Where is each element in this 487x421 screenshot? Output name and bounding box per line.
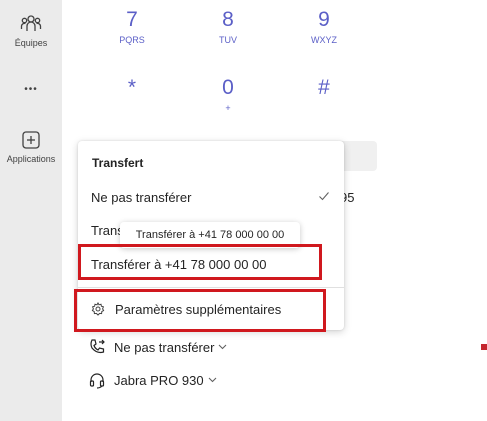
chevron-down-icon (208, 375, 217, 385)
device-label: Jabra PRO 930 (114, 372, 204, 388)
headset-icon (88, 371, 106, 389)
dial-key-letters: + (225, 103, 231, 113)
chevron-down-icon (218, 342, 227, 352)
rail-more-button[interactable]: ••• (0, 84, 62, 95)
dial-key-7[interactable]: 7 PQRS (102, 8, 162, 46)
highlight-box-more-settings (74, 289, 326, 332)
app-rail: Équipes ••• Applications (0, 0, 62, 421)
dial-key-digit: 7 (126, 8, 138, 31)
menu-divider (78, 287, 344, 288)
rail-teams-label: Équipes (14, 38, 48, 48)
dial-key-digit: 9 (318, 8, 330, 31)
more-icon: ••• (24, 84, 38, 95)
dial-key-star[interactable]: * (102, 76, 162, 102)
menu-item-no-transfer[interactable]: Ne pas transférer (78, 182, 344, 212)
dial-key-letters: PQRS (119, 35, 145, 45)
dial-key-letters: TUV (219, 35, 237, 45)
menu-item-label: Trans (91, 222, 124, 238)
call-forwarding-dropdown[interactable]: Ne pas transférer (88, 338, 227, 356)
dial-key-digit: 8 (222, 8, 234, 31)
audio-device-dropdown[interactable]: Jabra PRO 930 (88, 371, 217, 389)
dial-key-hash[interactable]: # (294, 76, 354, 102)
teams-icon (20, 15, 42, 31)
phone-forward-icon (88, 338, 106, 356)
rail-item-teams[interactable]: Équipes (0, 14, 62, 48)
red-marker (481, 344, 487, 350)
add-app-icon (22, 131, 40, 149)
rail-applications-label: Applications (6, 154, 56, 164)
rail-item-applications[interactable]: Applications (0, 130, 62, 164)
dial-key-digit: * (127, 76, 137, 99)
dial-key-9[interactable]: 9 WXYZ (294, 8, 354, 46)
highlight-box-transfer-number (78, 244, 322, 280)
dial-key-digit: # (318, 76, 330, 99)
dial-key-0[interactable]: 0 + (198, 76, 258, 114)
checkmark-icon (319, 192, 329, 201)
forward-label: Ne pas transférer (114, 339, 215, 355)
dial-key-letters: WXYZ (311, 35, 337, 45)
menu-item-label: Ne pas transférer (91, 189, 192, 205)
dial-key-digit: 0 (222, 76, 234, 99)
dial-key-8[interactable]: 8 TUV (198, 8, 258, 46)
menu-title: Transfert (92, 156, 144, 170)
